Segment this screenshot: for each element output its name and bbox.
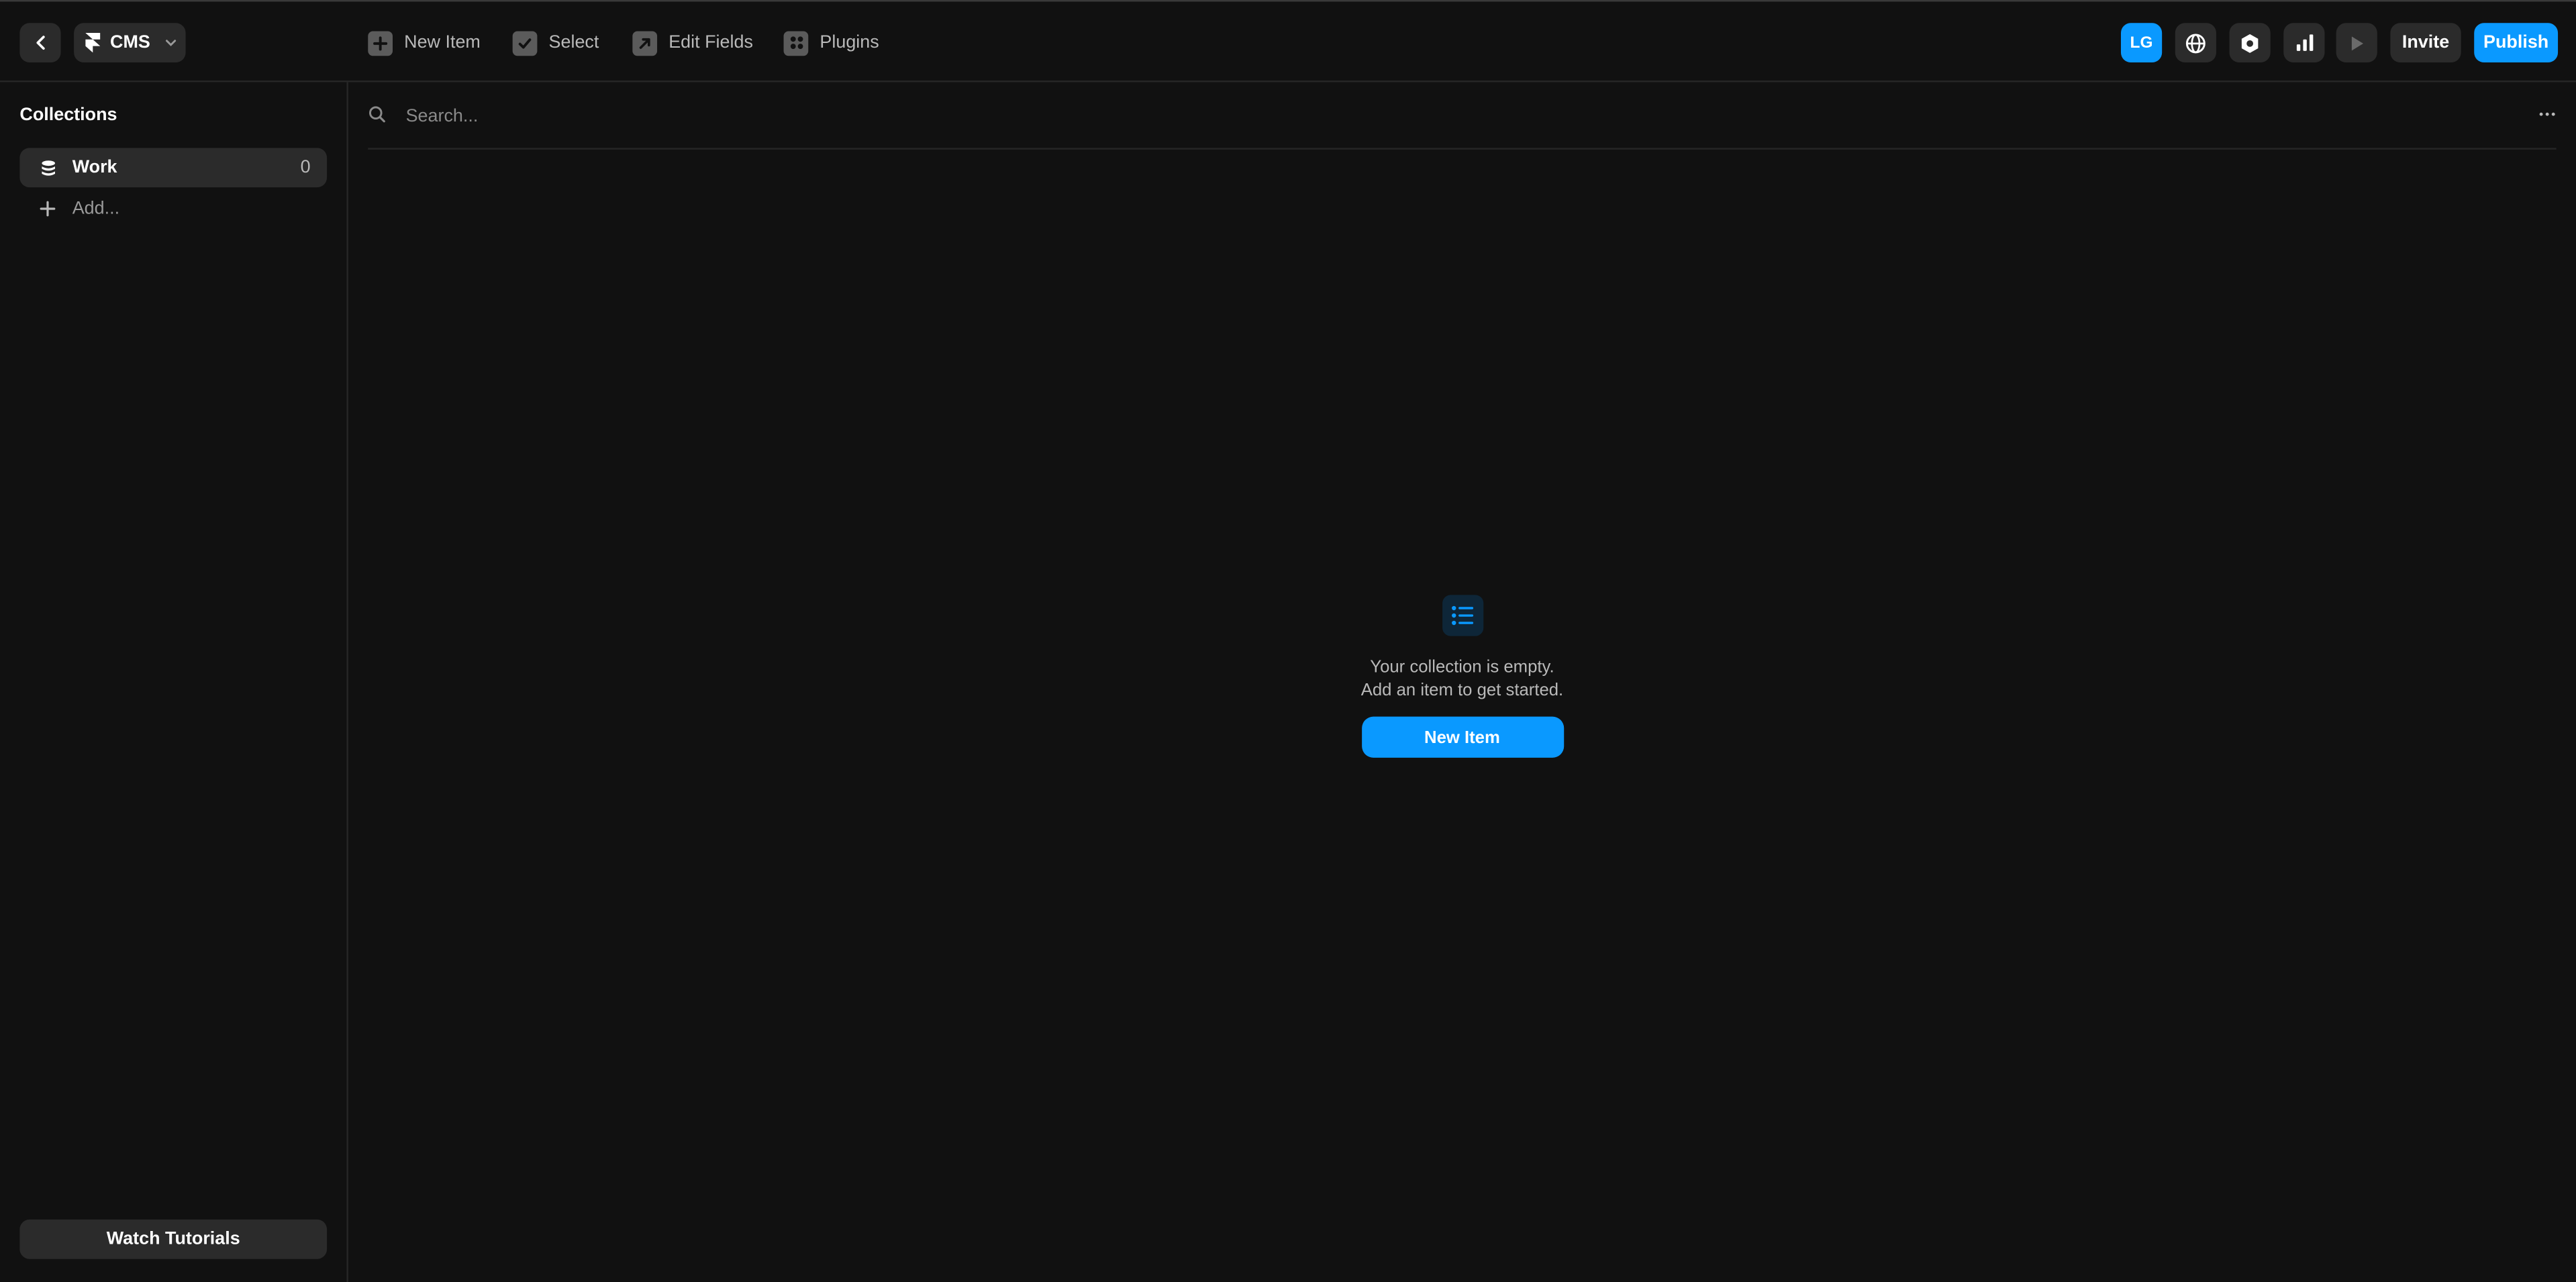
collection-count: 0: [300, 158, 311, 178]
hexagon-settings-icon: [2239, 32, 2261, 54]
plus-icon: [40, 201, 56, 217]
list-icon: [1441, 595, 1483, 636]
search-input[interactable]: [405, 101, 1228, 130]
publish-button[interactable]: Publish: [2474, 23, 2559, 63]
search-icon: [368, 105, 386, 124]
new-item-tool-label: New Item: [404, 32, 481, 53]
select-tool-label: Select: [548, 32, 599, 53]
analytics-button[interactable]: [2283, 23, 2325, 63]
globe-icon: [2185, 32, 2206, 54]
collection-name: Work: [72, 158, 117, 178]
watch-tutorials-label: Watch Tutorials: [106, 1229, 240, 1250]
bar-chart-icon: [2294, 33, 2314, 52]
plus-icon: [368, 30, 393, 56]
watch-tutorials-button[interactable]: Watch Tutorials: [19, 1219, 328, 1259]
edit-fields-tool-button[interactable]: Edit Fields: [632, 28, 753, 58]
app-switcher-button[interactable]: CMS: [74, 23, 186, 63]
preview-button[interactable]: [2336, 23, 2377, 63]
checkbox-icon: [512, 30, 538, 56]
empty-state: Your collection is empty. Add an item to…: [1281, 595, 1642, 758]
app-name: CMS: [109, 32, 150, 53]
database-icon: [40, 158, 58, 177]
new-item-button-label: New Item: [1424, 727, 1500, 747]
collections-heading: Collections: [19, 105, 117, 126]
sidebar-item-work[interactable]: Work 0: [19, 148, 328, 188]
edit-fields-tool-label: Edit Fields: [668, 32, 753, 53]
top-bar: CMS New Item Select Edit Fields Plugins …: [0, 0, 2576, 83]
chevron-down-icon: [165, 36, 179, 50]
settings-button[interactable]: [2229, 23, 2271, 63]
framer-logo-icon: [85, 32, 101, 53]
select-tool-button[interactable]: Select: [512, 28, 599, 58]
search-bar: [368, 82, 2557, 150]
chevron-left-icon: [32, 34, 48, 50]
empty-state-message: Your collection is empty.: [1370, 657, 1554, 677]
globe-button[interactable]: [2175, 23, 2216, 63]
arrow-up-right-icon: [632, 30, 658, 56]
cms-app: CMS New Item Select Edit Fields Plugins …: [0, 0, 2576, 1282]
collections-sidebar: Collections Work 0 Add... Watch Tutorial…: [0, 82, 348, 1282]
add-collection-label: Add...: [72, 199, 120, 219]
invite-button[interactable]: Invite: [2390, 23, 2461, 63]
plugins-tool-button[interactable]: Plugins: [783, 28, 879, 58]
plugins-tool-label: Plugins: [820, 32, 879, 53]
plugins-grid-icon: [783, 30, 809, 56]
invite-label: Invite: [2401, 32, 2450, 53]
more-options-icon[interactable]: [2538, 105, 2557, 124]
new-item-tool-button[interactable]: New Item: [368, 28, 481, 58]
play-icon: [2348, 34, 2366, 52]
add-collection-button[interactable]: Add...: [40, 197, 119, 220]
avatar-initials: LG: [2130, 34, 2153, 52]
back-button[interactable]: [19, 23, 61, 63]
user-avatar-button[interactable]: LG: [2120, 23, 2163, 63]
empty-state-hint: Add an item to get started.: [1360, 680, 1564, 701]
new-item-button[interactable]: New Item: [1360, 716, 1563, 758]
publish-label: Publish: [2483, 32, 2549, 53]
